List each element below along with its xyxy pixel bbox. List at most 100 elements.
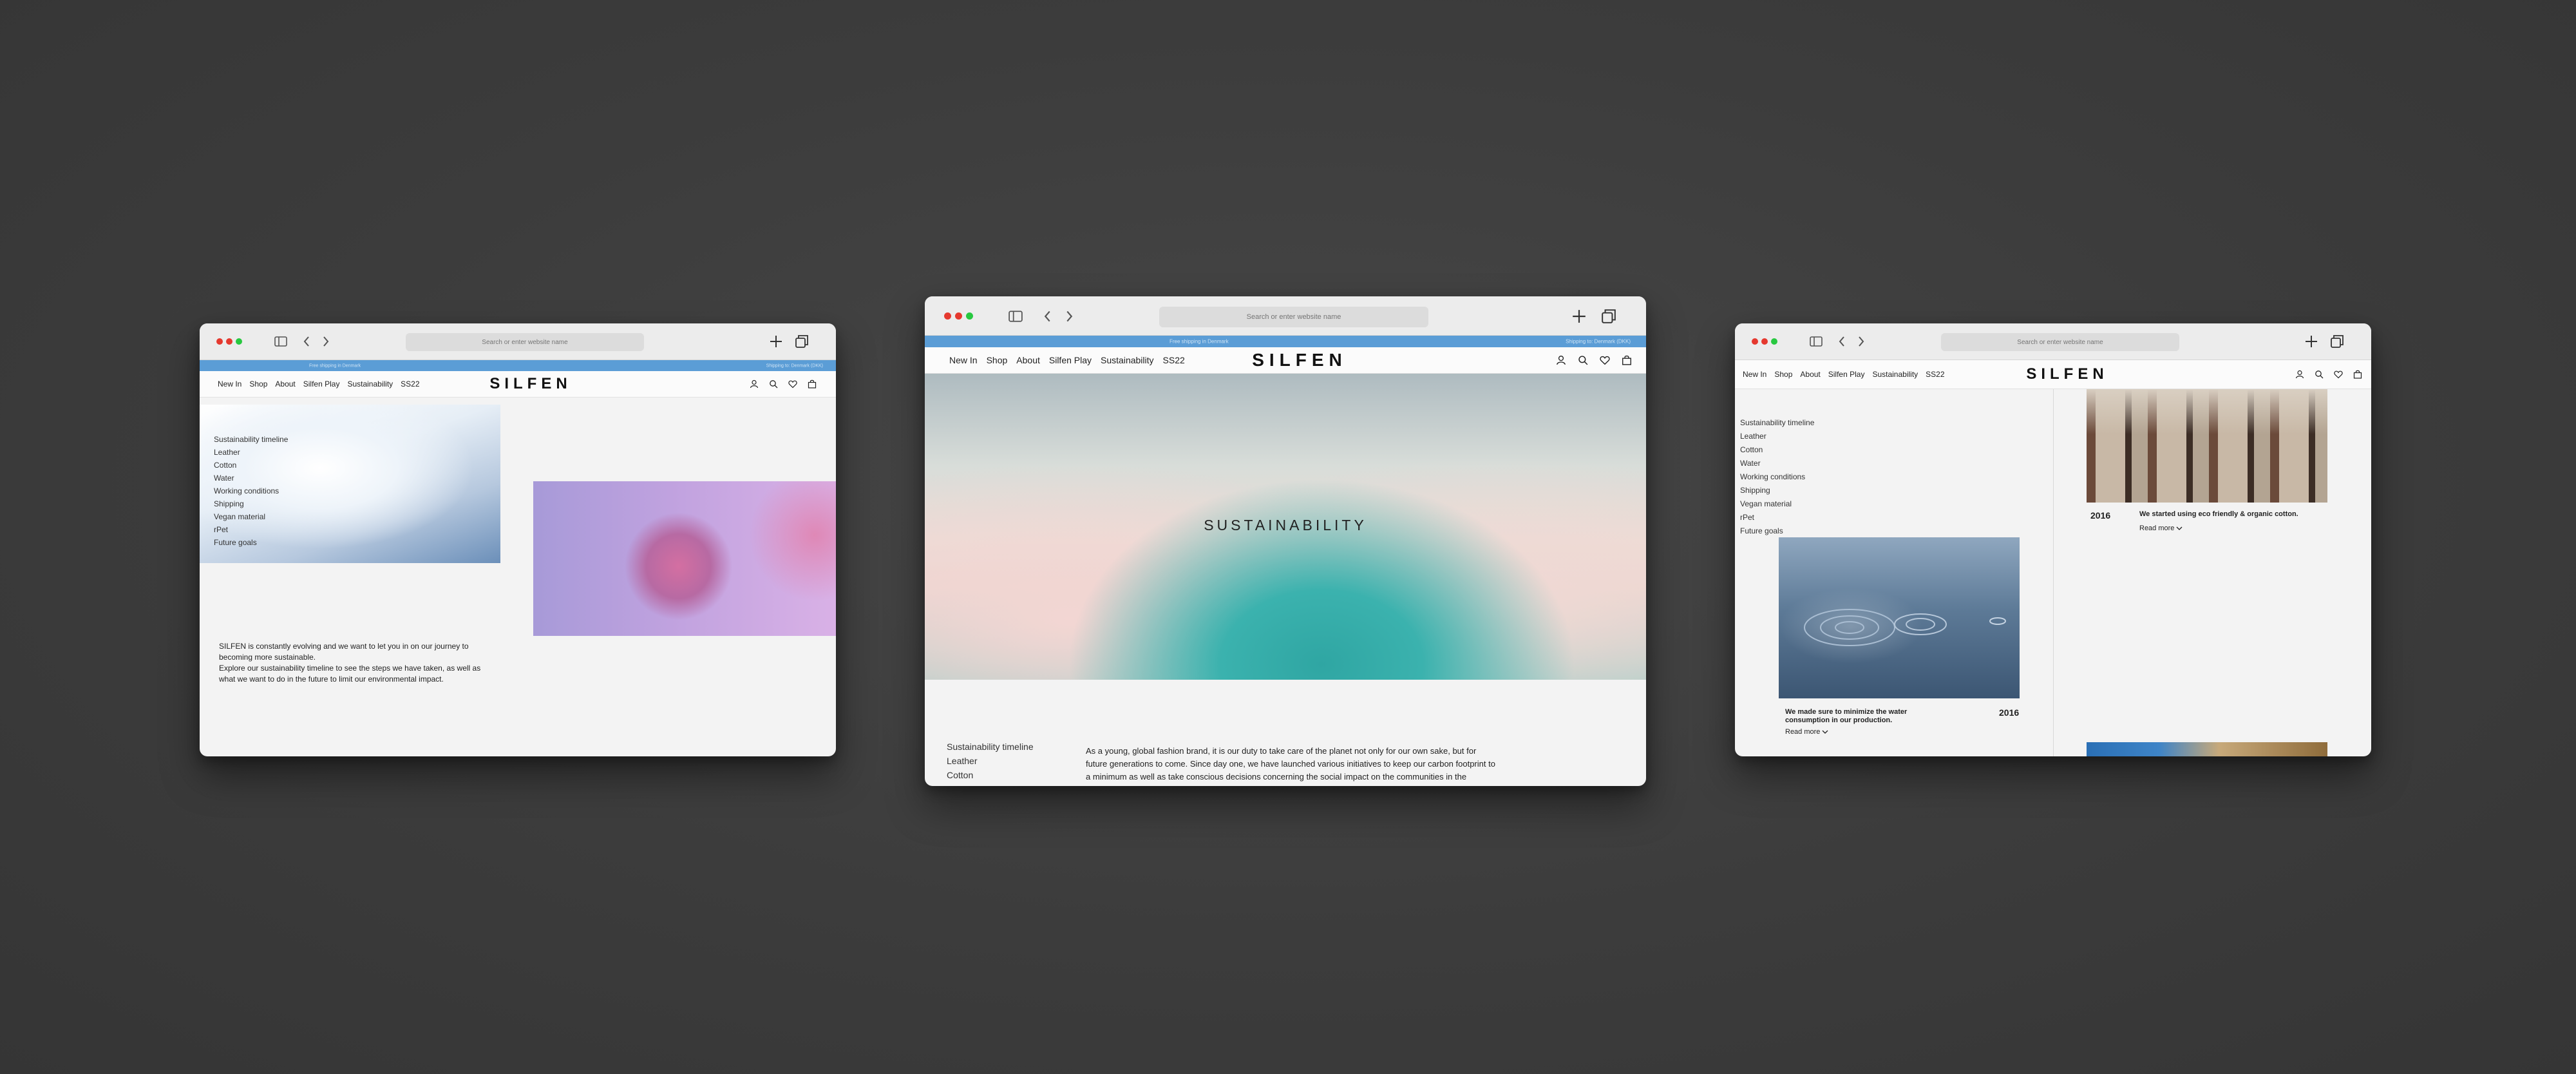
address-bar[interactable] [1941, 333, 2179, 351]
zoom-window-button[interactable] [966, 312, 973, 320]
water-year: 2016 [1999, 707, 2020, 718]
back-arrow-icon[interactable] [1838, 336, 1846, 347]
zoom-window-button[interactable] [236, 338, 242, 345]
nav-link-sustainability[interactable]: Sustainability [1872, 370, 1918, 379]
new-tab-plus-icon[interactable] [2304, 334, 2318, 349]
account-icon[interactable] [2295, 370, 2304, 379]
close-window-button[interactable] [216, 338, 223, 345]
banner-right-text: Shipping to: Denmark (DKK) [766, 363, 823, 368]
body-line-1: As a young, global fashion brand, it is … [1086, 746, 1477, 756]
intro-line-2: becoming more sustainable. [219, 653, 316, 662]
site-header: New In Shop About Silfen Play Sustainabi… [200, 371, 836, 398]
nav-link-shop[interactable]: Shop [249, 379, 267, 388]
chevron-down-icon [1822, 729, 1828, 734]
cotton-read-more[interactable]: Read more [2139, 524, 2183, 532]
banner-left-text: Free shipping in Denmark [309, 363, 361, 368]
menu-item-rpet[interactable]: rPet [1740, 511, 1814, 524]
menu-item-sustainability-timeline[interactable]: Sustainability timeline [214, 433, 288, 446]
cart-bag-icon[interactable] [1622, 355, 1632, 365]
next-timeline-image [2087, 742, 2327, 756]
zoom-window-button[interactable] [1771, 338, 1777, 345]
nav-link-about[interactable]: About [1016, 355, 1040, 365]
tab-overview-icon[interactable] [1601, 309, 1616, 324]
nav-link-ss22[interactable]: SS22 [401, 379, 419, 388]
wishlist-heart-icon[interactable] [2334, 370, 2343, 379]
intro-line-4: what we want to do in the future to limi… [219, 675, 444, 684]
address-bar[interactable] [1159, 307, 1428, 327]
menu-item-shipping[interactable]: Shipping [214, 497, 288, 510]
search-icon[interactable] [769, 379, 778, 388]
menu-item-water[interactable]: Water [214, 472, 288, 484]
browser-toolbar [1735, 323, 2371, 360]
nav-link-about[interactable]: About [1800, 370, 1820, 379]
account-icon[interactable] [750, 379, 759, 388]
nav-link-silfen-play[interactable]: Silfen Play [303, 379, 340, 388]
wishlist-heart-icon[interactable] [1600, 355, 1610, 365]
menu-item-working-conditions[interactable]: Working conditions [214, 484, 288, 497]
wishlist-heart-icon[interactable] [788, 379, 797, 388]
silfen-logo[interactable]: SILFEN [489, 375, 571, 393]
menu-item-future-goals[interactable]: Future goals [1740, 524, 1814, 538]
nav-link-ss22[interactable]: SS22 [1926, 370, 1944, 379]
cart-bag-icon[interactable] [2353, 370, 2362, 379]
menu-item-shipping[interactable]: Shipping [1740, 484, 1814, 497]
new-tab-plus-icon[interactable] [1571, 309, 1587, 324]
nav-link-new-in[interactable]: New In [1743, 370, 1766, 379]
search-icon[interactable] [1578, 355, 1588, 365]
tab-overview-icon[interactable] [2330, 334, 2344, 349]
menu-item-cotton[interactable]: Cotton [214, 459, 288, 472]
menu-item-vegan-material[interactable]: Vegan material [214, 510, 288, 523]
forward-arrow-icon[interactable] [1857, 336, 1865, 347]
menu-item-water[interactable]: Water [1740, 457, 1814, 470]
search-icon[interactable] [2315, 370, 2324, 379]
nav-link-sustainability[interactable]: Sustainability [1101, 355, 1154, 365]
sidebar-toggle-icon[interactable] [1810, 336, 1823, 347]
cart-bag-icon[interactable] [808, 379, 817, 388]
silfen-logo[interactable]: SILFEN [1252, 350, 1347, 370]
intro-paragraph: SILFEN is constantly evolving and we wan… [219, 641, 480, 685]
close-window-button[interactable] [944, 312, 951, 320]
sidebar-toggle-icon[interactable] [274, 336, 287, 347]
new-tab-plus-icon[interactable] [769, 334, 783, 349]
minimize-window-button[interactable] [226, 338, 232, 345]
menu-item-sustainability-timeline[interactable]: Sustainability timeline [1740, 416, 1814, 430]
intro-line-1: SILFEN is constantly evolving and we wan… [219, 642, 469, 651]
address-bar[interactable] [406, 333, 644, 351]
menu-item-rpet[interactable]: rPet [214, 523, 288, 536]
back-arrow-icon[interactable] [303, 336, 310, 347]
menu-item-cotton[interactable]: Cotton [947, 768, 1034, 782]
nav-link-shop[interactable]: Shop [987, 355, 1008, 365]
close-window-button[interactable] [1752, 338, 1758, 345]
nav-link-about[interactable]: About [275, 379, 295, 388]
back-arrow-icon[interactable] [1043, 310, 1052, 323]
menu-item-future-goals[interactable]: Future goals [214, 536, 288, 549]
nav-link-ss22[interactable]: SS22 [1163, 355, 1185, 365]
menu-item-leather[interactable]: Leather [1740, 430, 1814, 443]
minimize-window-button[interactable] [955, 312, 962, 320]
nav-link-sustainability[interactable]: Sustainability [347, 379, 393, 388]
nav-link-new-in[interactable]: New In [949, 355, 978, 365]
forward-arrow-icon[interactable] [1065, 310, 1074, 323]
sidebar-toggle-icon[interactable] [1009, 311, 1023, 322]
menu-item-leather[interactable]: Leather [947, 754, 1034, 768]
account-icon[interactable] [1556, 355, 1566, 365]
nav-link-silfen-play[interactable]: Silfen Play [1828, 370, 1865, 379]
nav-link-shop[interactable]: Shop [1774, 370, 1792, 379]
menu-item-working-conditions[interactable]: Working conditions [1740, 470, 1814, 484]
left-browser-window: Free shipping in Denmark Shipping to: De… [200, 323, 836, 756]
menu-item-cotton[interactable]: Cotton [1740, 443, 1814, 457]
silfen-logo[interactable]: SILFEN [2026, 365, 2108, 383]
water-read-more[interactable]: Read more [1785, 728, 1828, 736]
nav-link-silfen-play[interactable]: Silfen Play [1049, 355, 1092, 365]
menu-item-leather[interactable]: Leather [214, 446, 288, 459]
water-read-more-label: Read more [1785, 728, 1821, 736]
forward-arrow-icon[interactable] [322, 336, 330, 347]
nav-link-new-in[interactable]: New In [218, 379, 242, 388]
menu-item-vegan-material[interactable]: Vegan material [1740, 497, 1814, 511]
menu-item-sustainability-timeline[interactable]: Sustainability timeline [947, 740, 1034, 754]
site-header: New In Shop About Silfen Play Sustainabi… [925, 347, 1646, 374]
chevron-down-icon [2176, 526, 2183, 531]
minimize-window-button[interactable] [1761, 338, 1768, 345]
main-nav: New In Shop About Silfen Play Sustainabi… [218, 379, 420, 388]
tab-overview-icon[interactable] [795, 334, 809, 349]
